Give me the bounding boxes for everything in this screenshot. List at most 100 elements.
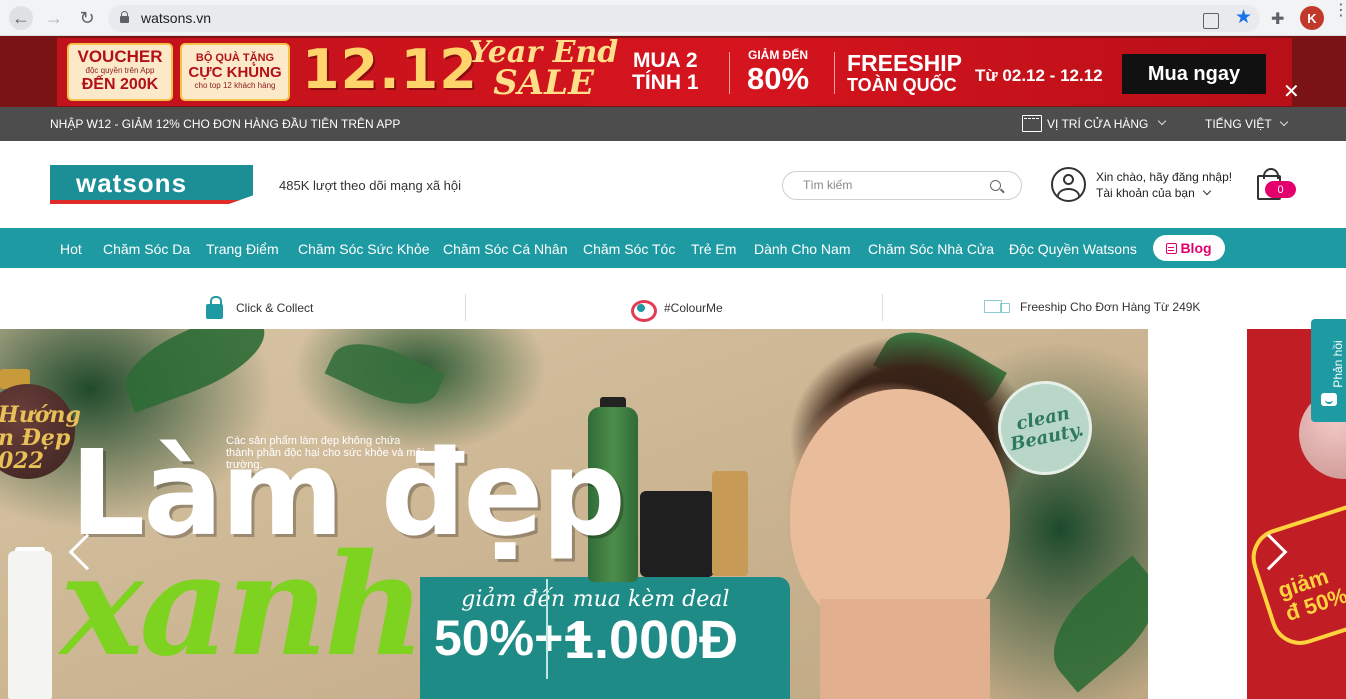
profile-avatar[interactable]: K xyxy=(1300,6,1324,30)
nav-item-men[interactable]: Dành Cho Nam xyxy=(754,241,851,257)
store-icon xyxy=(1022,115,1042,132)
blog-label: Blog xyxy=(1180,240,1212,256)
forward-icon[interactable]: → xyxy=(42,6,66,30)
site-header: watsons 485K lượt theo dõi mạng xã hội X… xyxy=(0,141,1346,228)
promo-code-message[interactable]: NHẬP W12 - GIẢM 12% CHO ĐƠN HÀNG ĐẦU TIÊ… xyxy=(50,117,400,131)
chevron-down-icon xyxy=(1202,186,1212,196)
ornament-line-1: Hướng xyxy=(0,402,81,428)
gift-line-2: CỰC KHỦNG xyxy=(188,64,282,81)
colour-me-link[interactable]: #ColourMe xyxy=(628,296,723,322)
discount-value: 80% xyxy=(747,61,810,96)
nav-item-watsons-exclusive[interactable]: Độc Quyền Watsons xyxy=(1009,241,1137,257)
discount-block: GIẢM ĐẾN 80% xyxy=(747,48,809,96)
voucher-card: VOUCHER độc quyền trên App ĐẾN 200K xyxy=(67,43,173,101)
browser-toolbar: ← → ↻ watsons.vn ★ ✚ K ⋮ xyxy=(0,0,1346,36)
search-input[interactable] xyxy=(803,178,983,192)
shopping-bag-icon xyxy=(204,296,226,320)
gift-note: cho top 12 khách hàng xyxy=(194,81,276,90)
nav-item-makeup[interactable]: Trang Điểm xyxy=(206,241,279,257)
product-tube xyxy=(712,471,748,576)
offer-divider xyxy=(546,579,548,679)
click-collect-label: Click & Collect xyxy=(236,301,314,315)
offer-deal: mua kèm deal 1.000Đ xyxy=(564,587,738,668)
freeship-block: FREESHIP TOÀN QUỐC xyxy=(847,52,962,96)
voucher-value: ĐẾN 200K xyxy=(81,76,159,93)
clean-beauty-text: clean Beauty. xyxy=(1008,402,1086,456)
year-end-sale-text: Year End SALE xyxy=(469,38,618,101)
bookmark-star-icon[interactable]: ★ xyxy=(1235,8,1252,28)
nav-item-health[interactable]: Chăm Sóc Sức Khỏe xyxy=(298,241,430,257)
account-label: Tài khoản của bạn xyxy=(1096,186,1195,200)
hero-banner[interactable]: clean Beauty. Hướng n Đẹp 022 Các sản ph… xyxy=(0,329,1148,699)
reload-icon[interactable]: ↻ xyxy=(75,6,99,30)
promo-banner-content[interactable]: VOUCHER độc quyền trên App ĐẾN 200K BỘ Q… xyxy=(57,38,1292,106)
store-locator-link[interactable]: VỊ TRÍ CỬA HÀNG xyxy=(1022,115,1167,132)
login-greeting[interactable]: Xin chào, hãy đăng nhập! xyxy=(1096,170,1232,184)
offer2-value: 1.000Đ xyxy=(564,610,739,670)
category-nav: Hot Chăm Sóc Da Trang Điểm Chăm Sóc Sức … xyxy=(0,228,1346,268)
product-small xyxy=(8,551,52,699)
model-neck xyxy=(820,599,990,699)
extensions-icon[interactable]: ✚ xyxy=(1271,9,1287,28)
back-icon[interactable]: ← xyxy=(9,6,33,30)
blog-icon xyxy=(1166,242,1178,254)
language-label: TIẾNG VIỆT xyxy=(1205,117,1272,131)
freeship-label: Freeship Cho Đơn Hàng Từ 249K xyxy=(1020,300,1201,314)
click-collect-link[interactable]: Click & Collect xyxy=(204,296,313,320)
discount-label: GIẢM ĐẾN xyxy=(748,48,809,62)
feedback-tab[interactable]: Phản hồi xyxy=(1311,319,1346,422)
social-followers[interactable]: 485K lượt theo dõi mạng xã hội xyxy=(279,178,461,193)
nav-item-hair-care[interactable]: Chăm Sóc Tóc xyxy=(583,241,675,257)
freeship-line-1: FREESHIP xyxy=(847,50,963,76)
truck-icon xyxy=(984,298,1010,316)
blog-button[interactable]: Blog xyxy=(1153,235,1225,261)
language-selector[interactable]: TIẾNG VIỆT xyxy=(1205,117,1289,131)
lock-icon xyxy=(120,11,129,23)
logo-text: watsons xyxy=(76,168,188,198)
watsons-logo[interactable]: watsons xyxy=(50,165,253,204)
hero-headline-2: xanh xyxy=(60,524,426,688)
menu-icon[interactable]: ⋮ xyxy=(1333,3,1346,19)
nav-item-home-care[interactable]: Chăm Sóc Nhà Cửa xyxy=(868,241,994,257)
nav-item-hot[interactable]: Hot xyxy=(60,241,82,257)
ornament-text: Hướng n Đẹp 022 xyxy=(0,404,81,473)
product-jar xyxy=(640,491,714,577)
chevron-down-icon xyxy=(1158,116,1167,125)
user-icon[interactable] xyxy=(1051,167,1086,202)
chevron-down-icon xyxy=(1279,117,1289,127)
promo-divider xyxy=(834,52,835,94)
account-menu[interactable]: Tài khoản của bạn xyxy=(1096,186,1212,200)
promo-date: 12.12 xyxy=(302,38,478,101)
freeship-link[interactable]: Freeship Cho Đơn Hàng Từ 249K xyxy=(984,298,1200,316)
buy-now-button[interactable]: Mua ngay xyxy=(1122,54,1266,94)
close-icon[interactable]: ✕ xyxy=(1283,79,1300,104)
service-strip: Click & Collect #ColourMe Freeship Cho Đ… xyxy=(0,268,1346,329)
share-icon[interactable] xyxy=(1202,13,1219,29)
lips-icon xyxy=(628,296,657,322)
gift-line-1: BỘ QUÀ TẶNG xyxy=(195,52,275,64)
nav-item-skincare[interactable]: Chăm Sóc Da xyxy=(103,241,190,257)
divider xyxy=(882,294,883,321)
store-locator-label: VỊ TRÍ CỬA HÀNG xyxy=(1047,116,1149,131)
divider xyxy=(465,294,466,321)
ornament-line-2: n Đẹp xyxy=(0,425,71,451)
mua2-line-2: TÍNH 1 xyxy=(632,71,699,94)
address-bar[interactable]: watsons.vn ★ xyxy=(108,5,1260,32)
search-icon[interactable] xyxy=(990,180,1001,191)
search-box[interactable] xyxy=(782,171,1022,200)
nav-item-personal-care[interactable]: Chăm Sóc Cá Nhân xyxy=(443,241,568,257)
top-info-bar: NHẬP W12 - GIẢM 12% CHO ĐƠN HÀNG ĐẦU TIÊ… xyxy=(0,107,1346,141)
url-text[interactable]: watsons.vn xyxy=(141,10,211,26)
smile-chat-icon xyxy=(1321,393,1337,406)
voucher-title: VOUCHER xyxy=(77,47,163,66)
promo-banner[interactable]: VOUCHER độc quyền trên App ĐẾN 200K BỘ Q… xyxy=(0,36,1346,107)
cart-count-badge: 0 xyxy=(1265,181,1296,198)
offer2-label: mua kèm deal xyxy=(572,587,730,612)
feedback-label: Phản hồi xyxy=(1331,340,1345,388)
nav-item-kids[interactable]: Trẻ Em xyxy=(691,241,736,257)
freeship-line-2: TOÀN QUỐC xyxy=(847,75,957,95)
ornament-line-3: 022 xyxy=(0,448,44,474)
voucher-note: độc quyền trên App xyxy=(85,66,155,75)
promo-divider xyxy=(729,52,730,94)
gift-card: BỘ QUÀ TẶNG CỰC KHỦNG cho top 12 khách h… xyxy=(180,43,290,101)
